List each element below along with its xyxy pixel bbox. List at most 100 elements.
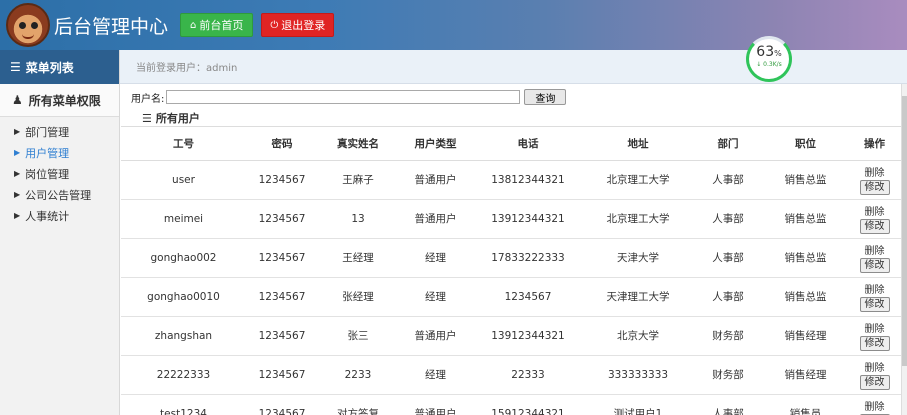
gauge-speed: ↓ 0.3K/s xyxy=(756,61,782,68)
table-cell: 销售总监 xyxy=(763,238,848,278)
table-cell: 普通用户 xyxy=(398,394,473,415)
network-speed-gauge[interactable]: 63% ↓ 0.3K/s xyxy=(746,36,792,82)
table-cell: 22222333 xyxy=(121,355,246,395)
table-cell: 人事部 xyxy=(693,394,763,415)
column-header: 工号 xyxy=(121,127,246,161)
table-cell: 普通用户 xyxy=(398,160,473,200)
table-cell: 1234567 xyxy=(246,199,318,239)
delete-link[interactable]: 删除 xyxy=(865,164,885,179)
sidebar-item-label: 用户管理 xyxy=(25,146,70,160)
caret-right-icon: ▶ xyxy=(14,211,21,220)
actions-cell: 删除修改 xyxy=(848,277,901,317)
sidebar-item-label: 部门管理 xyxy=(25,125,70,139)
caret-right-icon: ▶ xyxy=(14,169,21,178)
table-cell: 张三 xyxy=(318,316,398,356)
delete-link[interactable]: 删除 xyxy=(865,320,885,335)
table-cell: 1234567 xyxy=(246,160,318,200)
permission-header[interactable]: ♟ 所有菜单权限 xyxy=(0,84,119,117)
logout-button[interactable]: ⏻ 退出登录 xyxy=(261,13,335,37)
gauge-percent: 63% xyxy=(756,44,782,60)
search-row: 用户名: 查询 xyxy=(131,89,901,105)
edit-button[interactable]: 修改 xyxy=(859,219,890,234)
table-cell: 财务部 xyxy=(693,355,763,395)
scroll-thumb[interactable] xyxy=(902,96,907,366)
delete-link[interactable]: 删除 xyxy=(865,203,885,218)
table-cell: 天津理工大学 xyxy=(583,277,693,317)
table-cell: 张经理 xyxy=(318,277,398,317)
table-cell: 经理 xyxy=(398,355,473,395)
table-cell: 销售总监 xyxy=(763,199,848,239)
table-cell: 15912344321 xyxy=(473,394,583,415)
table-header-row: 工号 密码 真实姓名 用户类型 电话 地址 部门 职位 操作 xyxy=(121,127,901,161)
table-cell: 333333333 xyxy=(583,355,693,395)
table-cell: 经理 xyxy=(398,277,473,317)
column-header: 部门 xyxy=(693,127,763,161)
table-cell: gonghao002 xyxy=(121,238,246,278)
table-cell: 人事部 xyxy=(693,277,763,317)
edit-button[interactable]: 修改 xyxy=(859,375,890,390)
table-cell: 销售经理 xyxy=(763,355,848,395)
delete-link[interactable]: 删除 xyxy=(865,242,885,257)
delete-link[interactable]: 删除 xyxy=(865,281,885,296)
menu-list: ▶ 部门管理 ▶ 用户管理 ▶ 岗位管理 ▶ 公司公告管理 ▶ 人事统计 xyxy=(0,117,119,226)
username-label: 用户名: xyxy=(131,93,165,105)
sidebar: ☰ 菜单列表 ♟ 所有菜单权限 ▶ 部门管理 ▶ 用户管理 ▶ 岗位管理 ▶ 公… xyxy=(0,50,120,415)
actions-cell: 删除修改 xyxy=(848,394,901,415)
home-button[interactable]: ⌂ 前台首页 xyxy=(180,13,254,37)
current-user-text: 当前登录用户：admin xyxy=(136,63,238,74)
user-icon: ♟ xyxy=(12,93,23,107)
table-cell: 经理 xyxy=(398,238,473,278)
sidebar-item-hr-stats[interactable]: ▶ 人事统计 xyxy=(0,205,119,226)
column-header: 操作 xyxy=(848,127,901,161)
username-search-input[interactable] xyxy=(166,90,521,104)
column-header: 电话 xyxy=(473,127,583,161)
table-row: gonghao0010 1234567 张经理 经理 1234567 天津理工大学 人事部销… xyxy=(121,277,901,317)
table-cell: gonghao0010 xyxy=(121,277,246,317)
table-cell: 1234567 xyxy=(246,394,318,415)
delete-link[interactable]: 删除 xyxy=(865,359,885,374)
table-cell: 22333 xyxy=(473,355,583,395)
table-cell: 销售员 xyxy=(763,394,848,415)
table-cell: 北京理工大学 xyxy=(583,199,693,239)
app-title: 后台管理中心 xyxy=(54,15,169,38)
users-table: 工号 密码 真实姓名 用户类型 电话 地址 部门 职位 操作 user 1234567 王麻子 普通用… xyxy=(121,127,901,415)
caret-right-icon: ▶ xyxy=(14,190,21,199)
table-cell: meimei xyxy=(121,199,246,239)
sidebar-item-announcements[interactable]: ▶ 公司公告管理 xyxy=(0,184,119,205)
edit-button[interactable]: 修改 xyxy=(859,180,890,195)
table-cell: test1234 xyxy=(121,394,246,415)
sidebar-item-department[interactable]: ▶ 部门管理 xyxy=(0,121,119,142)
sidebar-item-label: 岗位管理 xyxy=(25,167,70,181)
section-title: ☰ 所有用户 xyxy=(142,110,200,126)
sidebar-item-users[interactable]: ▶ 用户管理 xyxy=(0,142,119,163)
sidebar-item-label: 公司公告管理 xyxy=(25,188,92,202)
vertical-scrollbar[interactable] xyxy=(901,84,907,415)
table-cell: 人事部 xyxy=(693,160,763,200)
edit-button[interactable]: 修改 xyxy=(859,258,890,273)
column-header: 职位 xyxy=(763,127,848,161)
table-cell: user xyxy=(121,160,246,200)
sidebar-item-positions[interactable]: ▶ 岗位管理 xyxy=(0,163,119,184)
home-icon: ⌂ xyxy=(190,19,197,31)
table-row: gonghao002 1234567 王经理 经理 17833222333 天津大学 人事部… xyxy=(121,238,901,278)
column-header: 用户类型 xyxy=(398,127,473,161)
users-table-container: 工号 密码 真实姓名 用户类型 电话 地址 部门 职位 操作 user 1234567 王麻子 普通用… xyxy=(121,126,901,415)
menu-list-title: 菜单列表 xyxy=(25,60,74,75)
actions-cell: 删除修改 xyxy=(848,199,901,239)
table-cell: 1234567 xyxy=(246,238,318,278)
edit-button[interactable]: 修改 xyxy=(859,297,890,312)
column-header: 密码 xyxy=(246,127,318,161)
search-button[interactable]: 查询 xyxy=(524,89,567,105)
table-cell: 销售总监 xyxy=(763,160,848,200)
edit-button[interactable]: 修改 xyxy=(859,336,890,351)
logout-button-label: 退出登录 xyxy=(281,19,326,32)
delete-link[interactable]: 删除 xyxy=(865,398,885,413)
caret-right-icon: ▶ xyxy=(14,148,21,157)
caret-right-icon: ▶ xyxy=(14,127,21,136)
table-cell: 测试用户1 xyxy=(583,394,693,415)
list-icon: ☰ xyxy=(142,111,152,125)
table-cell: 对方答复 xyxy=(318,394,398,415)
logo-avatar xyxy=(6,3,50,47)
menu-list-header: ☰ 菜单列表 xyxy=(0,50,119,84)
table-cell: 人事部 xyxy=(693,238,763,278)
